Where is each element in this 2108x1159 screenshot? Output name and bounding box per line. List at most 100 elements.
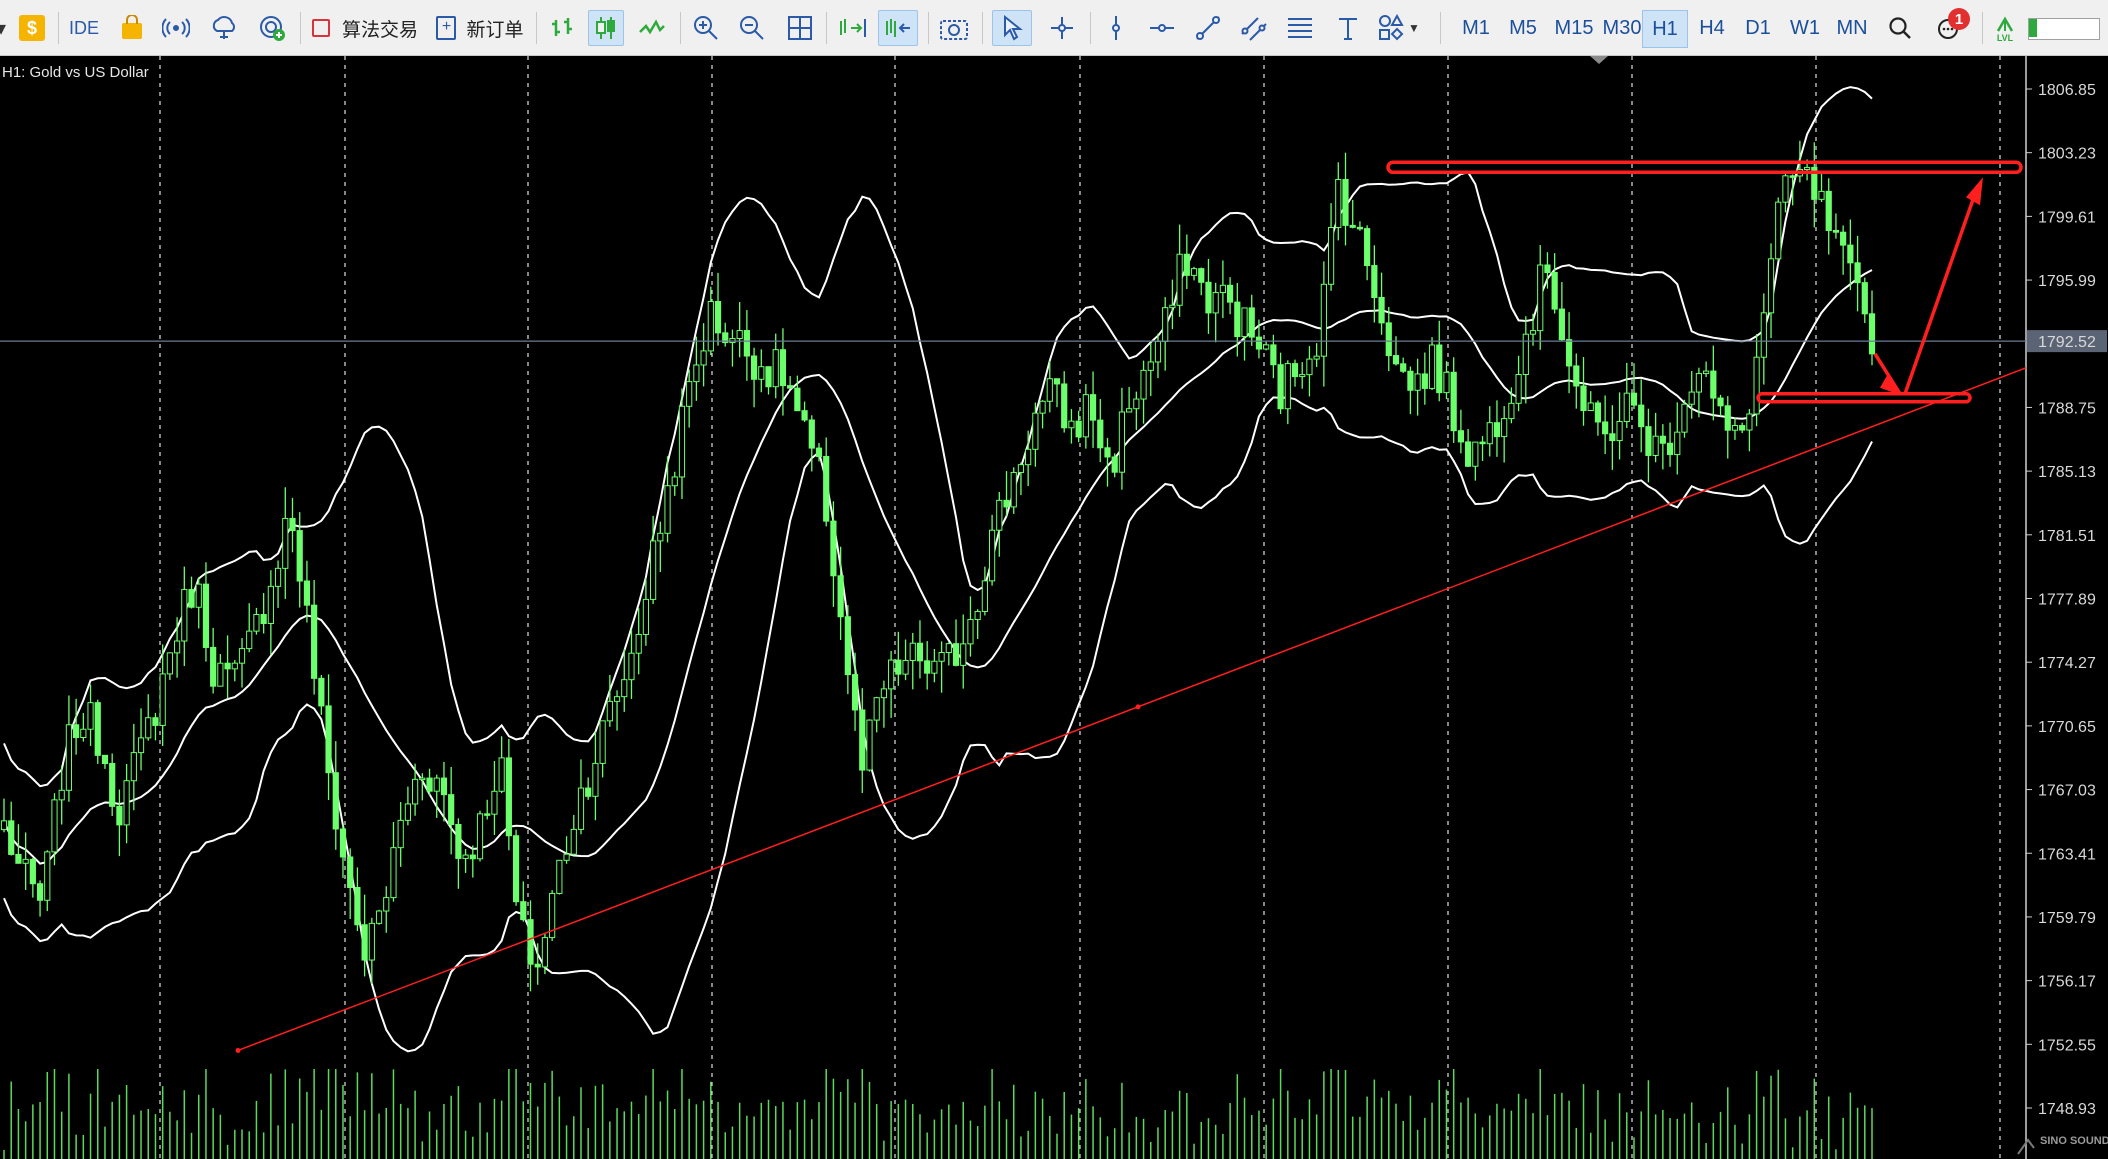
- candle-body: [880, 688, 888, 699]
- zoom-in-icon[interactable]: [688, 10, 724, 46]
- signals-icon[interactable]: [158, 10, 194, 46]
- candle-body: [145, 717, 152, 739]
- candle-body: [484, 813, 491, 816]
- tile-windows-icon[interactable]: [782, 10, 818, 46]
- screenshot-icon[interactable]: [936, 10, 972, 46]
- fibonacci-icon[interactable]: [1282, 10, 1318, 46]
- ascending-trendline[interactable]: [237, 367, 2027, 1052]
- timeframe-m15[interactable]: M15: [1548, 10, 1600, 46]
- candle-body: [981, 580, 988, 612]
- cloud-icon[interactable]: [206, 10, 242, 46]
- candle-body: [1342, 179, 1349, 226]
- chart-shift-icon[interactable]: [878, 10, 918, 46]
- candle-body: [794, 387, 801, 412]
- zoom-out-icon[interactable]: [734, 10, 770, 46]
- candle-body: [808, 419, 815, 449]
- new-order-button[interactable]: + 新订单: [432, 10, 528, 46]
- candle-body: [1183, 253, 1190, 276]
- candlestick-chart-icon[interactable]: [588, 10, 624, 46]
- new-order-icon: +: [436, 16, 457, 40]
- auto-scroll-icon[interactable]: [834, 10, 870, 46]
- bounce-arrow[interactable]: [1873, 184, 1980, 395]
- candle-body: [339, 828, 347, 858]
- candle-body: [693, 364, 700, 383]
- candle-body: [967, 619, 974, 645]
- toolbar-arrow-icon[interactable]: ▾: [0, 10, 8, 46]
- candle-body: [1767, 258, 1775, 314]
- candle-body: [1371, 265, 1378, 298]
- candle-body: [960, 643, 967, 666]
- timeframe-mn[interactable]: MN: [1830, 10, 1874, 46]
- vps-icon[interactable]: [254, 10, 290, 46]
- bar-chart-icon[interactable]: [544, 10, 580, 46]
- algo-trading-label: 算法交易: [341, 19, 418, 41]
- candle-body: [1017, 464, 1025, 473]
- trendline-start-point[interactable]: [235, 1047, 241, 1053]
- candle-body: [801, 410, 808, 421]
- support-line[interactable]: [1756, 392, 1972, 404]
- candle-body: [455, 823, 462, 859]
- timeframe-h4[interactable]: H4: [1690, 10, 1734, 46]
- candle-body: [1133, 398, 1140, 410]
- timeframe-m1[interactable]: M1: [1454, 10, 1498, 46]
- candle-body: [354, 887, 361, 926]
- algo-trading-button[interactable]: 算法交易: [310, 10, 420, 46]
- text-tool-icon[interactable]: [1330, 10, 1366, 46]
- candle-body: [1710, 370, 1717, 399]
- timeframe-w1[interactable]: W1: [1783, 10, 1827, 46]
- candle-body: [1616, 421, 1623, 442]
- new-order-label: 新订单: [466, 19, 524, 41]
- notifications-button[interactable]: 1: [1928, 8, 1972, 46]
- lvl-label: LVL: [1996, 32, 2014, 43]
- candle-body: [1248, 307, 1255, 338]
- candle-body: [1775, 201, 1782, 260]
- trendline-icon[interactable]: [1190, 10, 1226, 46]
- candle-body: [1515, 374, 1522, 404]
- candle-body: [397, 819, 404, 849]
- timeframe-m5[interactable]: M5: [1501, 10, 1545, 46]
- timeframe-h1[interactable]: H1: [1642, 10, 1688, 48]
- candle-body: [1104, 447, 1111, 458]
- candle-body: [1565, 339, 1573, 367]
- candle-body: [173, 640, 181, 654]
- candle-body: [779, 349, 787, 387]
- stop-icon: [311, 19, 330, 37]
- candle-body: [36, 883, 44, 901]
- horizontal-line-icon[interactable]: [1144, 10, 1180, 46]
- timeframe-d1[interactable]: D1: [1736, 10, 1780, 46]
- resistance-line[interactable]: [1386, 160, 2023, 175]
- toolbar: ▾ $ IDE 算法交易 + 新订单 ▼ M1 M5 M15 M30 H1 H4…: [0, 0, 2108, 56]
- candle-body: [1486, 422, 1493, 445]
- candle-body: [210, 646, 217, 687]
- candle-body: [274, 567, 282, 587]
- candle-body: [830, 520, 837, 577]
- candle-body: [29, 858, 36, 885]
- market-bag-icon[interactable]: [116, 10, 148, 46]
- candle-body: [621, 679, 628, 698]
- dollar-icon[interactable]: $: [14, 10, 50, 46]
- candle-body: [844, 616, 851, 676]
- price-chart[interactable]: 1806.85 1803.23 1799.61 1795.99 1792.52 1788.…: [0, 56, 2108, 1159]
- candle-body: [368, 922, 375, 961]
- candle-body: [1306, 358, 1313, 376]
- ide-button[interactable]: IDE: [66, 10, 102, 46]
- trader-annotations[interactable]: [235, 160, 2027, 1053]
- candle-body: [772, 349, 779, 388]
- equidistant-channel-icon[interactable]: [1236, 10, 1272, 46]
- candle-body: [22, 858, 29, 864]
- price-label-4: 1792.52: [2038, 334, 2096, 351]
- cursor-icon[interactable]: [992, 10, 1032, 46]
- candle-body: [541, 937, 549, 968]
- line-chart-icon[interactable]: [634, 10, 670, 46]
- timeframe-m30[interactable]: M30: [1596, 10, 1648, 46]
- vertical-line-icon[interactable]: [1098, 10, 1134, 46]
- search-icon[interactable]: [1880, 10, 1920, 46]
- crosshair-icon[interactable]: [1044, 10, 1080, 46]
- price-label-16: 1748.93: [2038, 1101, 2096, 1118]
- candle-body: [671, 476, 678, 487]
- signal-level-icon[interactable]: LVL: [1990, 10, 2020, 46]
- shapes-icon[interactable]: ▼: [1376, 10, 1422, 46]
- candle-body: [1277, 364, 1284, 410]
- candle-body: [1385, 322, 1392, 357]
- trendline-mid-point[interactable]: [1135, 704, 1141, 710]
